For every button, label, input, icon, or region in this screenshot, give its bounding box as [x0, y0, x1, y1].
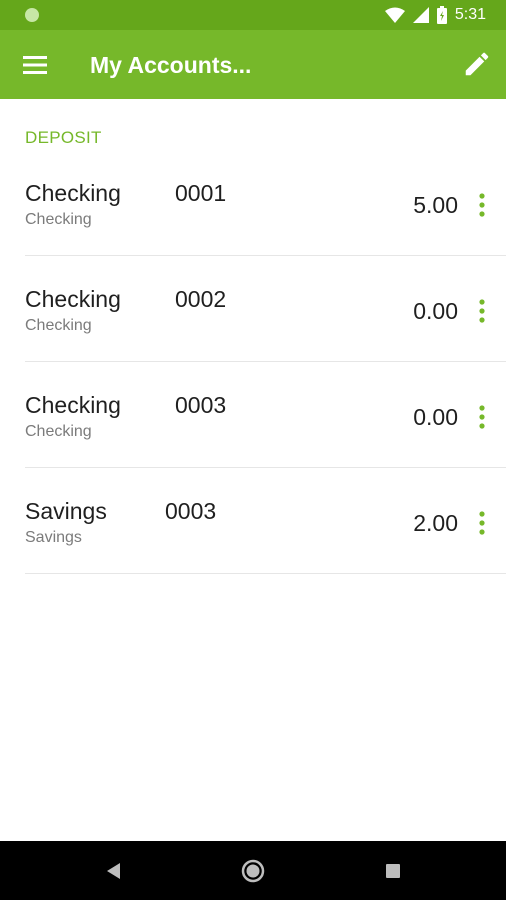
pencil-edit-icon[interactable]	[462, 49, 492, 79]
account-type: Checking	[25, 423, 92, 440]
account-name: Checking	[25, 392, 121, 418]
account-name: Checking	[25, 180, 121, 206]
account-balance: 5.00	[413, 192, 458, 218]
account-row[interactable]: Savings Savings 0003 2.00	[0, 468, 506, 574]
wifi-icon	[384, 7, 405, 23]
account-row[interactable]: Checking Checking 0003 0.00	[0, 362, 506, 468]
account-row[interactable]: Checking Checking 0001 5.00	[0, 150, 506, 256]
account-number: 0002	[175, 286, 227, 312]
account-row[interactable]: Checking Checking 0002 0.00	[0, 256, 506, 362]
more-vert-icon[interactable]	[470, 402, 494, 432]
home-icon[interactable]	[238, 856, 268, 886]
account-balance: 0.00	[413, 404, 458, 430]
app-bar: My Accounts...	[0, 30, 506, 99]
more-vert-icon[interactable]	[470, 190, 494, 220]
account-balance: 2.00	[413, 510, 458, 536]
section-header-deposit: DEPOSIT	[25, 128, 102, 147]
hamburger-menu-icon[interactable]	[20, 51, 50, 79]
system-nav-bar	[0, 841, 506, 900]
recents-icon[interactable]	[378, 856, 408, 886]
account-name: Savings	[25, 498, 107, 524]
signal-icon	[412, 7, 429, 23]
page-title: My Accounts...	[90, 52, 252, 78]
account-name: Checking	[25, 286, 121, 312]
account-type: Checking	[25, 211, 92, 228]
battery-icon	[436, 6, 447, 24]
status-icons: 5:31	[384, 4, 486, 26]
back-icon[interactable]	[98, 856, 128, 886]
account-balance: 0.00	[413, 298, 458, 324]
account-number: 0003	[175, 392, 227, 418]
account-number: 0003	[165, 498, 217, 524]
notification-dot-icon	[25, 8, 39, 22]
status-bar: 5:31	[0, 0, 506, 30]
more-vert-icon[interactable]	[470, 508, 494, 538]
account-number: 0001	[175, 180, 227, 206]
more-vert-icon[interactable]	[470, 296, 494, 326]
account-type: Savings	[25, 529, 82, 546]
account-type: Checking	[25, 317, 92, 334]
account-list: Checking Checking 0001 5.00 Checking Che…	[0, 150, 506, 574]
status-time: 5:31	[454, 6, 486, 23]
